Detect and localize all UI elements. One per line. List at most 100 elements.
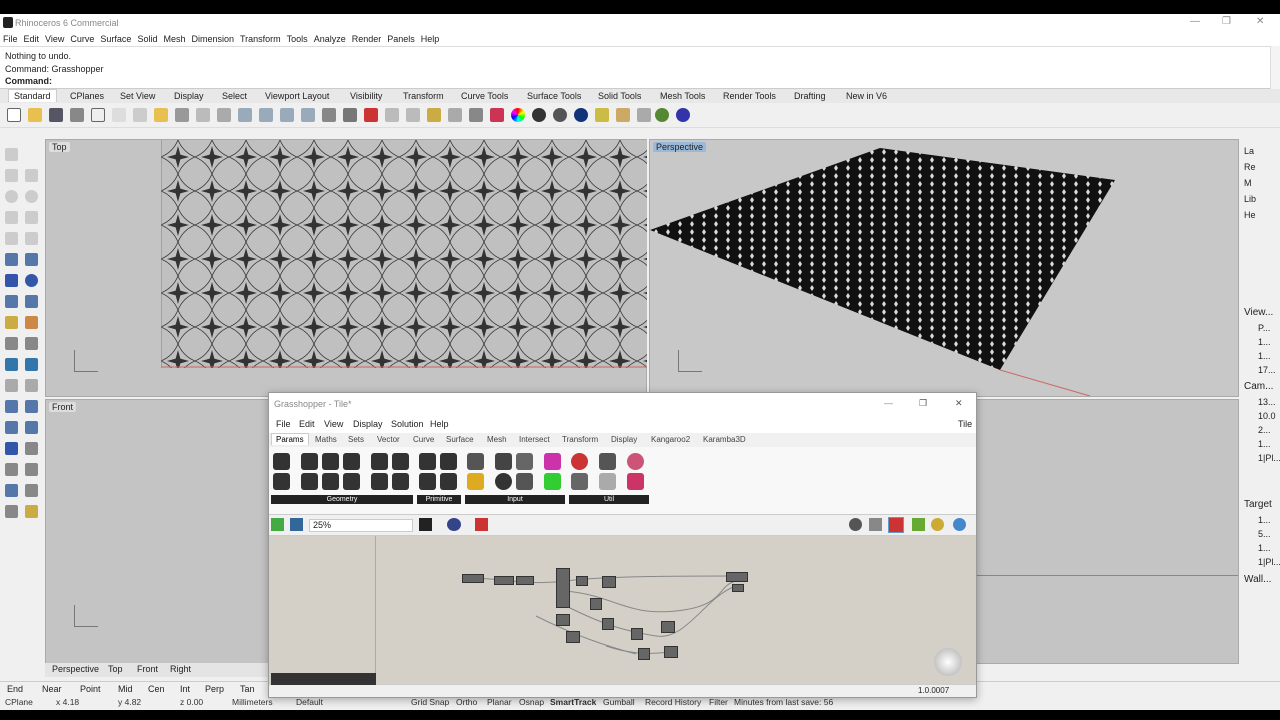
gh-close-button[interactable]: ✕ (955, 398, 963, 409)
preview-color-icon[interactable] (931, 518, 944, 531)
status-record-history[interactable]: Record History (645, 697, 701, 707)
viewport-top-label[interactable]: Top (49, 142, 70, 152)
zoom-select[interactable]: 25% (309, 519, 413, 532)
open-icon[interactable] (28, 108, 42, 122)
preview-mesh-icon[interactable] (869, 518, 882, 531)
polygon-icon[interactable] (5, 211, 18, 224)
command-prompt[interactable]: Command: (5, 75, 1265, 88)
group-primitive-label[interactable]: Primitive (417, 495, 461, 504)
polyline-icon[interactable] (5, 169, 18, 182)
data-dam-icon[interactable] (571, 473, 588, 490)
menu-transform[interactable]: Transform (240, 34, 281, 44)
preview-eye-icon[interactable] (447, 518, 461, 531)
vp-tab-right[interactable]: Right (170, 664, 191, 674)
group-geometry-label[interactable]: Geometry (271, 495, 413, 504)
menu-mesh[interactable]: Mesh (163, 34, 185, 44)
tab-solid-tools[interactable]: Solid Tools (598, 91, 641, 101)
tab-render-tools[interactable]: Render Tools (723, 91, 776, 101)
menu-file[interactable]: File (3, 34, 18, 44)
paint-icon[interactable] (25, 316, 38, 329)
toggle-icon[interactable] (495, 473, 512, 490)
gh-node[interactable] (602, 618, 614, 630)
number-slider-icon[interactable] (467, 453, 484, 470)
shaded-sphere-icon[interactable] (532, 108, 546, 122)
tab-surface-tools[interactable]: Surface Tools (527, 91, 581, 101)
status-grid-snap[interactable]: Grid Snap (411, 697, 449, 707)
solid-icon[interactable] (5, 442, 18, 455)
circle-icon[interactable] (5, 190, 18, 203)
print-icon[interactable] (70, 108, 84, 122)
check-icon[interactable] (25, 484, 38, 497)
panel-tab-layers[interactable]: La (1244, 146, 1254, 156)
gh-tab-transform[interactable]: Transform (562, 435, 598, 444)
status-planar[interactable]: Planar (487, 697, 512, 707)
osnap-int[interactable]: Int (180, 684, 190, 694)
point-param-icon[interactable] (343, 473, 360, 490)
list-icon[interactable] (516, 473, 533, 490)
prop-value-3[interactable]: 1... (1258, 351, 1271, 361)
analyze-icon[interactable] (25, 358, 38, 371)
ellipse-icon[interactable] (25, 190, 38, 203)
boolean-icon[interactable] (5, 358, 18, 371)
plane-param-icon[interactable] (371, 453, 388, 470)
zoom-selected-icon[interactable] (301, 108, 315, 122)
gh-node[interactable] (576, 576, 588, 586)
edit-points-icon[interactable] (5, 484, 18, 497)
status-filter[interactable]: Filter (709, 697, 728, 707)
rendered-sphere-icon[interactable] (553, 108, 567, 122)
lock-icon[interactable] (469, 108, 483, 122)
prop-value-6[interactable]: 10.0 (1258, 411, 1276, 421)
gh-tab-intersect[interactable]: Intersect (519, 435, 550, 444)
prop-value-2[interactable]: 1... (1258, 337, 1271, 347)
menu-solid[interactable]: Solid (137, 34, 157, 44)
layer-icon[interactable] (427, 108, 441, 122)
panel-tab-materials[interactable]: M (1244, 178, 1252, 188)
menu-render[interactable]: Render (352, 34, 382, 44)
paste-icon[interactable] (154, 108, 168, 122)
surface-param-icon[interactable] (322, 453, 339, 470)
mesh-param-icon[interactable] (322, 473, 339, 490)
box-icon[interactable] (5, 274, 18, 287)
gh-node[interactable] (631, 628, 643, 640)
osnap-perp[interactable]: Perp (205, 684, 224, 694)
viewport-layout-icon[interactable] (343, 108, 357, 122)
menu-help[interactable]: Help (421, 34, 440, 44)
gh-tab-curve[interactable]: Curve (413, 435, 434, 444)
relay-icon[interactable] (599, 453, 616, 470)
tab-cplanes[interactable]: CPlanes (70, 91, 104, 101)
osnap-point[interactable]: Point (80, 684, 101, 694)
panel-tab-library[interactable]: Lib (1244, 194, 1256, 204)
gh-tab-kangaroo2[interactable]: Kangaroo2 (651, 435, 690, 444)
gh-menu-help[interactable]: Help (430, 419, 449, 429)
render-tool-icon[interactable] (5, 505, 18, 518)
trim-icon[interactable] (5, 379, 18, 392)
preview-quality-icon[interactable] (953, 518, 966, 531)
matrix-icon[interactable] (544, 473, 561, 490)
flask-icon[interactable] (627, 473, 644, 490)
prop-value-8[interactable]: 1... (1258, 439, 1271, 449)
gh-canvas[interactable] (376, 536, 976, 684)
tab-mesh-tools[interactable]: Mesh Tools (660, 91, 705, 101)
preview-selected-icon[interactable] (912, 518, 925, 531)
gh-menu-display[interactable]: Display (353, 419, 383, 429)
split-icon[interactable] (25, 379, 38, 392)
settings-icon[interactable] (616, 108, 630, 122)
status-ortho[interactable]: Ortho (456, 697, 477, 707)
viewport-top[interactable]: Top (45, 139, 647, 397)
minimize-button[interactable]: — (1190, 16, 1200, 27)
gh-node[interactable] (494, 576, 514, 585)
gh-node[interactable] (556, 614, 570, 626)
menu-view[interactable]: View (45, 34, 64, 44)
curve-param-icon[interactable] (273, 473, 290, 490)
status-osnap[interactable]: Osnap (519, 697, 544, 707)
gh-minimize-button[interactable]: — (884, 398, 893, 408)
tools-icon[interactable] (637, 108, 651, 122)
tab-transform[interactable]: Transform (403, 91, 444, 101)
gh-node[interactable] (516, 576, 534, 585)
osnap-cen[interactable]: Cen (148, 684, 165, 694)
grasshopper-icon[interactable] (655, 108, 669, 122)
prop-value-12[interactable]: 1... (1258, 543, 1271, 553)
array-icon[interactable] (5, 463, 18, 476)
prop-value-13[interactable]: 1|Pl... (1258, 557, 1280, 567)
gh-menu-edit[interactable]: Edit (299, 419, 315, 429)
